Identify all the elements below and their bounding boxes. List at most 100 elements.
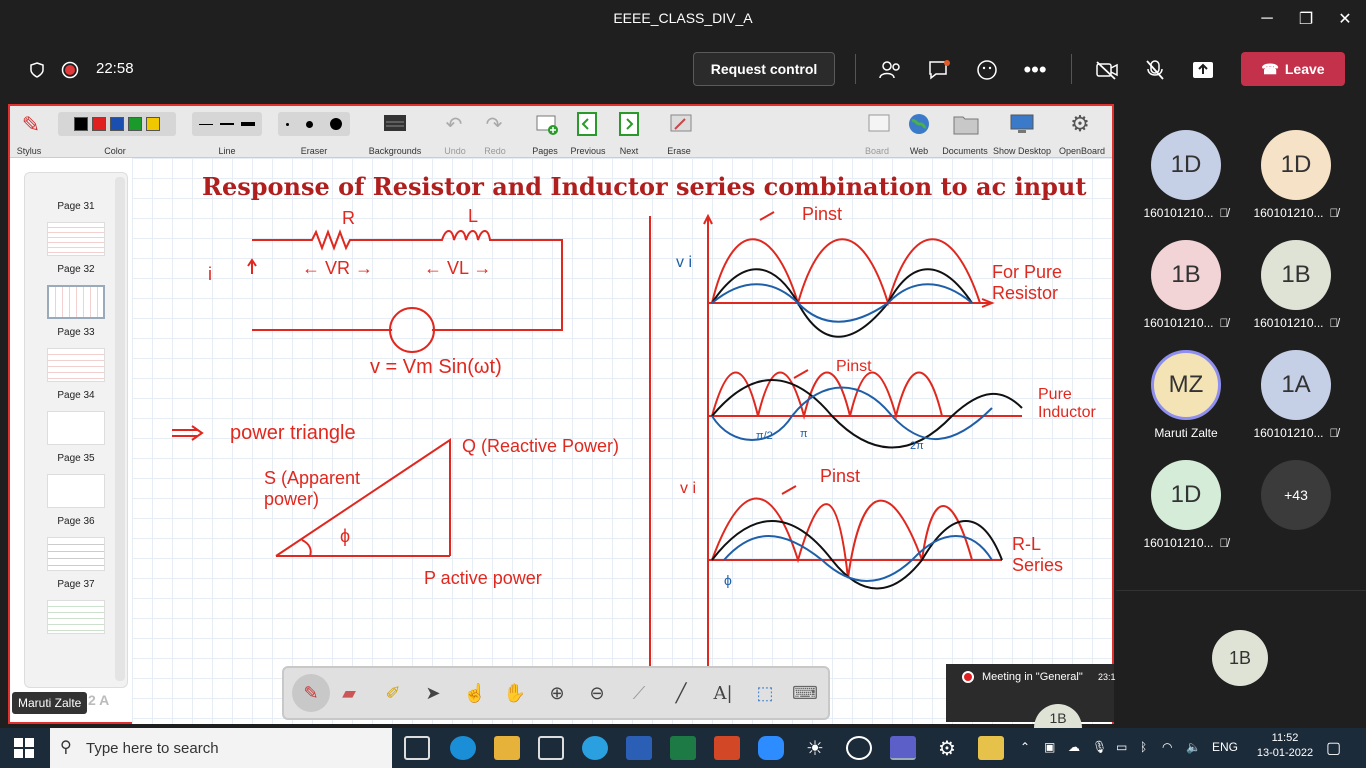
zoom-out-icon[interactable]: ⊖ (582, 678, 612, 708)
color-picker[interactable] (58, 112, 176, 136)
undo-icon[interactable]: ↶ (442, 110, 466, 138)
mic-off-icon[interactable] (1142, 58, 1168, 82)
webcam-app-icon[interactable] (846, 736, 872, 760)
avatar: 1D (1261, 130, 1331, 200)
settings-app-icon[interactable]: ⚙ (934, 736, 960, 760)
stylus-icon[interactable]: ✎ (18, 110, 44, 140)
pages-icon[interactable] (534, 110, 560, 138)
capture-tool-icon[interactable]: ⬚ (750, 678, 780, 708)
meeting-notice-time: 23:1 (1098, 672, 1116, 682)
teams-app-icon[interactable] (890, 736, 916, 760)
search-icon: ⚲ (60, 739, 72, 756)
line-width-picker[interactable] (192, 112, 262, 136)
powerpoint-icon[interactable] (714, 736, 740, 760)
word-icon[interactable] (626, 736, 652, 760)
participant-tile[interactable]: 1B 160101210... 🎙̸ (1246, 240, 1346, 330)
toolbar-show-desktop-label: Show Desktop (992, 146, 1052, 156)
next-page-icon[interactable] (616, 110, 642, 138)
minimize-button[interactable]: ─ (1252, 6, 1282, 32)
tray-network-icon[interactable]: ▣ (1044, 740, 1055, 754)
edge-browser-icon[interactable] (450, 736, 476, 760)
share-screen-icon[interactable] (1190, 58, 1216, 82)
page-thumbnail[interactable] (47, 411, 105, 445)
page-thumbnail[interactable] (47, 600, 105, 634)
chat-icon[interactable] (926, 58, 952, 82)
participant-tile[interactable]: 1D 160101210... 🎙̸ (1246, 130, 1346, 220)
zoom-app-icon[interactable] (758, 736, 784, 760)
notice-avatar: 1B (1034, 704, 1082, 728)
backgrounds-icon[interactable] (382, 112, 408, 134)
battery-icon[interactable]: ▭ (1116, 740, 1127, 754)
page-thumbnail[interactable] (47, 222, 105, 256)
erase-page-icon[interactable] (668, 110, 694, 138)
openboard-settings-icon[interactable]: ⚙ (1066, 110, 1094, 138)
web-icon[interactable] (906, 110, 932, 138)
notifications-icon[interactable]: ▢ (1326, 738, 1341, 758)
camera-off-icon[interactable] (1094, 58, 1120, 82)
taskbar-search-box[interactable]: ⚲ Type here to search (50, 728, 392, 768)
highlighter-tool-icon[interactable]: ✐ (378, 678, 408, 708)
previous-page-icon[interactable] (574, 110, 600, 138)
redo-icon[interactable]: ↷ (482, 110, 506, 138)
page-thumbnail-selected[interactable] (47, 285, 105, 319)
meeting-notification[interactable]: Meeting in "General" 23:1 1B (946, 664, 1116, 728)
laser-pointer-icon[interactable]: ⟋ (624, 678, 654, 708)
pen-tool-icon[interactable]: ✎ (292, 674, 330, 712)
keyboard-icon[interactable]: ⌨ (790, 678, 820, 708)
internet-explorer-icon[interactable] (582, 736, 608, 760)
more-participants-button[interactable]: +43 (1246, 460, 1346, 530)
wifi-icon[interactable]: ◠ (1162, 740, 1172, 754)
raise-hand-icon[interactable] (974, 58, 1000, 82)
request-control-button[interactable]: Request control (693, 52, 835, 86)
documents-icon[interactable] (952, 110, 980, 138)
task-view-icon[interactable] (404, 736, 430, 760)
thumbnail-scrollbar[interactable] (115, 177, 125, 681)
mail-icon[interactable] (538, 736, 564, 760)
bluetooth-icon[interactable]: ᛒ (1140, 740, 1147, 754)
pi-half-label: π/2 (756, 430, 773, 442)
onedrive-icon[interactable]: ☁ (1068, 740, 1080, 754)
participant-tile[interactable]: 1D 160101210... 🎙̸ (1136, 460, 1236, 550)
tray-chevron-icon[interactable]: ⌃ (1020, 740, 1030, 754)
participant-tile[interactable]: 1B 160101210... 🎙̸ (1136, 240, 1236, 330)
participants-gallery: 1D 160101210... 🎙̸ 1D 160101210... 🎙̸ 1B 1… (1116, 104, 1366, 728)
volume-icon[interactable]: 🔈 (1186, 740, 1201, 754)
meeting-controls-bar: 22:58 Request control ••• ☎ Leave (0, 38, 1366, 104)
maximize-button[interactable]: ❐ (1291, 6, 1321, 32)
page-label: Page 35 (57, 453, 95, 464)
taskbar-clock[interactable]: 11:52 13-01-2022 (1254, 732, 1316, 759)
language-indicator[interactable]: ENG (1212, 740, 1238, 754)
participant-tile[interactable]: 1D 160101210... 🎙̸ (1136, 130, 1236, 220)
page-thumbnail[interactable] (47, 348, 105, 382)
excel-icon[interactable] (670, 736, 696, 760)
folder-app-icon[interactable] (978, 736, 1004, 760)
voltage-equation: v = Vm Sin(ωt) (370, 356, 502, 378)
tray-mic-icon[interactable]: 🎙 (1092, 740, 1107, 754)
eraser-tool-icon[interactable]: ▰ (334, 678, 364, 708)
zoom-in-icon[interactable]: ⊕ (542, 678, 572, 708)
whiteboard-canvas[interactable]: Response of Resistor and Inductor series… (132, 158, 1112, 724)
participant-name: 160101210... (1253, 426, 1324, 440)
text-tool-icon[interactable]: A| (708, 678, 738, 708)
board-icon[interactable] (866, 110, 892, 138)
participants-icon[interactable] (878, 58, 904, 82)
close-button[interactable]: ✕ (1330, 6, 1360, 32)
recording-icon (60, 60, 80, 80)
line-tool-icon[interactable]: ╱ (666, 678, 696, 708)
selector-tool-icon[interactable]: ➤ (418, 678, 448, 708)
page-thumbnail[interactable] (47, 537, 105, 571)
brightness-app-icon[interactable]: ☀ (802, 736, 828, 760)
show-desktop-icon[interactable] (1008, 110, 1036, 138)
more-options-icon[interactable]: ••• (1022, 57, 1048, 82)
meeting-timer: 22:58 (96, 60, 134, 77)
pan-hand-icon[interactable]: ✋ (500, 678, 530, 708)
windows-start-icon[interactable] (12, 736, 36, 760)
participant-tile-speaking[interactable]: MZ Maruti Zalte (1136, 350, 1236, 440)
leave-button[interactable]: ☎ Leave (1241, 52, 1345, 86)
eraser-size-picker[interactable] (278, 112, 350, 136)
interact-hand-icon[interactable]: ☝ (460, 678, 490, 708)
voltage-l-label: ← VL → (424, 258, 492, 278)
participant-tile[interactable]: 1A 160101210... 🎙̸ (1246, 350, 1346, 440)
file-explorer-icon[interactable] (494, 736, 520, 760)
page-thumbnail[interactable] (47, 474, 105, 508)
